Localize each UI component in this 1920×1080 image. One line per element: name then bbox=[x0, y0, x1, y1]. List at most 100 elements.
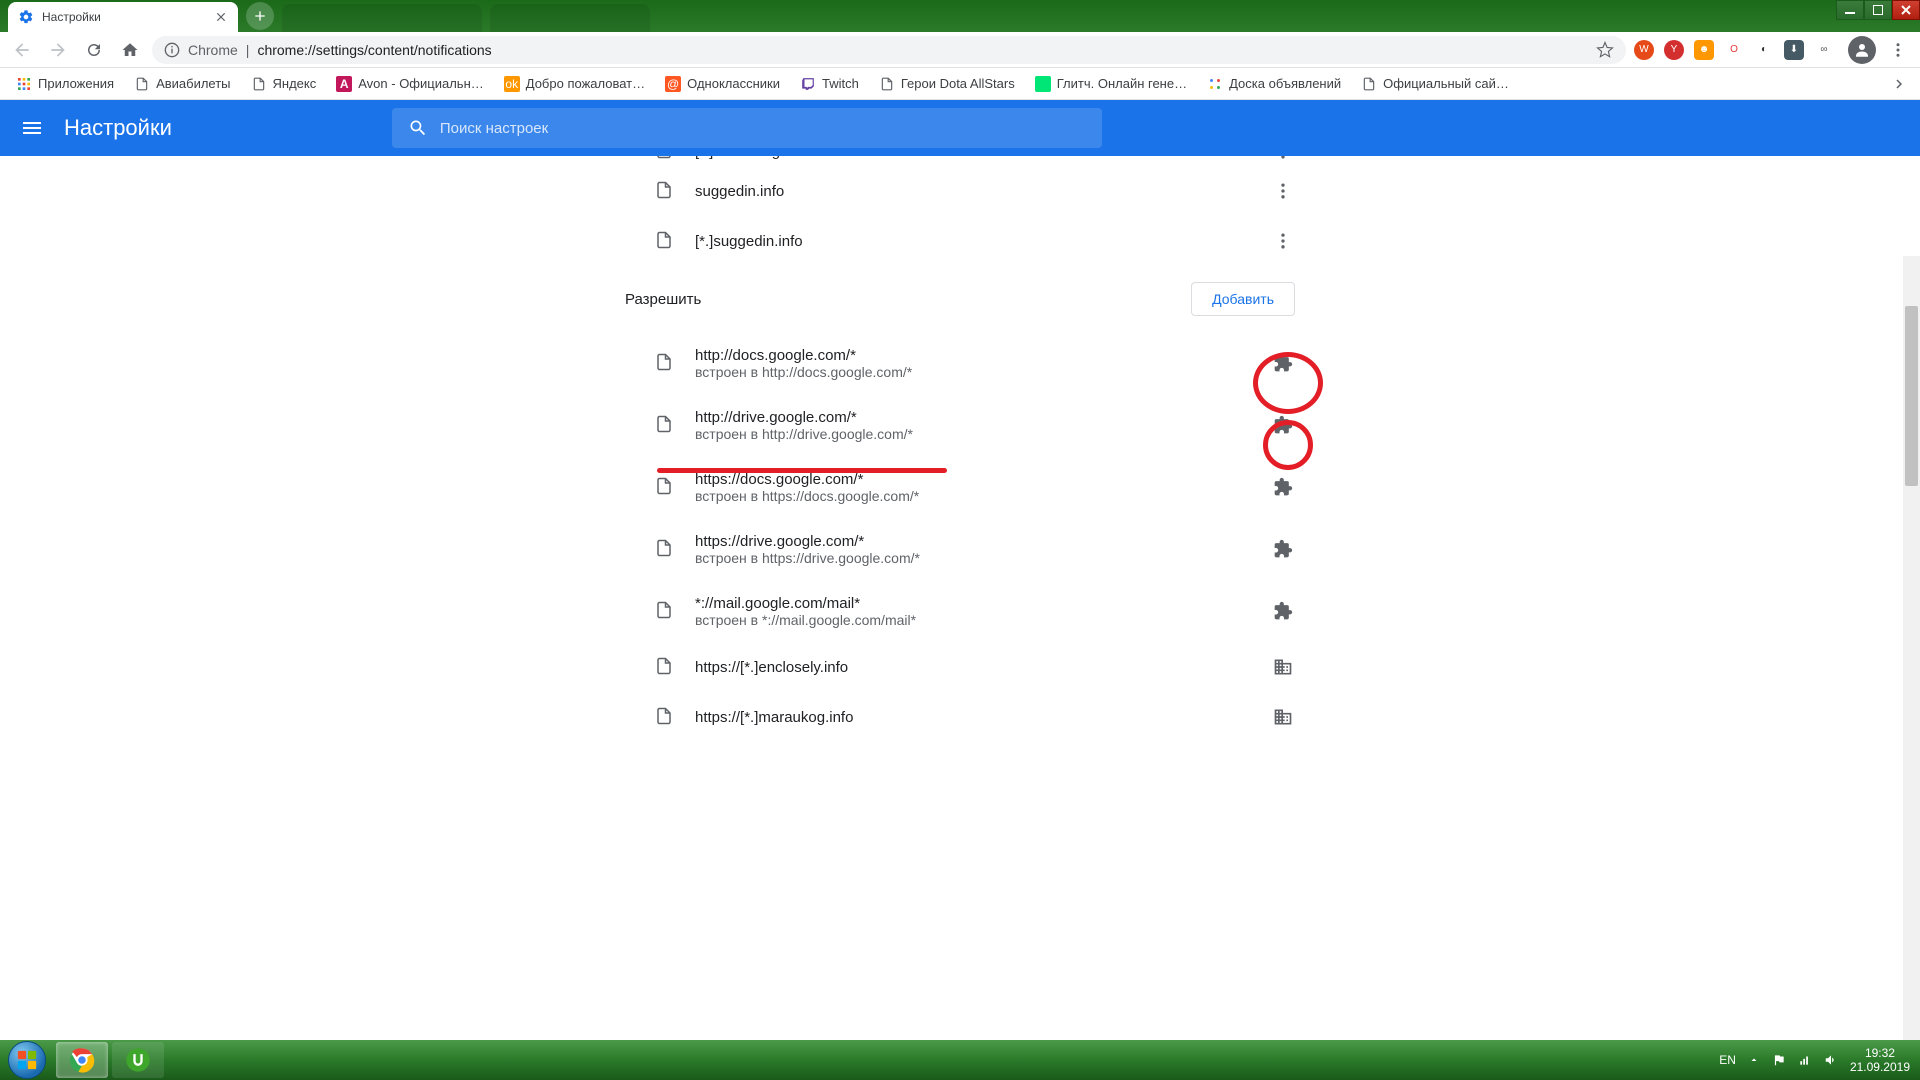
twitch-icon bbox=[800, 76, 816, 92]
maximize-button[interactable] bbox=[1864, 0, 1892, 20]
scrollbar[interactable] bbox=[1903, 256, 1920, 1040]
tab-title: Настройки bbox=[42, 10, 206, 24]
settings-body: [*.]maraukog.info suggedin.info [*.]sugg… bbox=[0, 156, 1920, 1040]
document-icon bbox=[655, 353, 675, 373]
document-icon bbox=[655, 657, 675, 677]
bookmark-item[interactable]: Доска объявлений bbox=[1199, 72, 1349, 96]
settings-search-box[interactable] bbox=[392, 108, 1102, 148]
settings-search-input[interactable] bbox=[440, 120, 1086, 137]
window-close-button[interactable] bbox=[1892, 0, 1920, 20]
site-row: [*.]suggedin.info bbox=[605, 216, 1315, 266]
minimize-button[interactable] bbox=[1836, 0, 1864, 20]
bookmark-star-icon[interactable] bbox=[1596, 41, 1614, 59]
forward-button[interactable] bbox=[44, 36, 72, 64]
mail-icon: @ bbox=[665, 76, 681, 92]
windows-orb-icon bbox=[8, 1041, 46, 1079]
address-proto: Chrome bbox=[188, 42, 238, 58]
extension-icon[interactable] bbox=[1271, 599, 1295, 623]
tray-volume-icon[interactable] bbox=[1824, 1053, 1838, 1067]
site-row: suggedin.info bbox=[605, 166, 1315, 216]
bookmark-item[interactable]: Официальный сай… bbox=[1353, 72, 1517, 96]
close-tab-icon[interactable] bbox=[214, 10, 228, 24]
document-icon bbox=[655, 181, 675, 201]
document-icon bbox=[655, 415, 675, 435]
more-actions-icon[interactable] bbox=[1271, 179, 1295, 203]
doc-icon bbox=[1361, 76, 1377, 92]
avon-icon: A bbox=[336, 76, 352, 92]
system-tray: EN 19:32 21.09.2019 bbox=[1719, 1046, 1920, 1075]
more-actions-icon[interactable] bbox=[1271, 229, 1295, 253]
taskbar-chrome[interactable] bbox=[56, 1042, 108, 1078]
titlebar: Настройки bbox=[0, 0, 1920, 32]
add-site-button[interactable]: Добавить bbox=[1191, 282, 1295, 316]
organization-icon[interactable] bbox=[1271, 705, 1295, 729]
site-row: https://drive.google.com/*встроен в http… bbox=[605, 518, 1315, 580]
site-row: https://[*.]enclosely.info bbox=[605, 642, 1315, 692]
settings-panel: [*.]maraukog.info suggedin.info [*.]sugg… bbox=[605, 156, 1315, 1040]
tray-flag-icon[interactable] bbox=[1772, 1053, 1786, 1067]
site-row: https://docs.google.com/*встроен в https… bbox=[605, 456, 1315, 518]
bookmarks-overflow[interactable] bbox=[1886, 71, 1912, 97]
profile-avatar[interactable] bbox=[1848, 36, 1876, 64]
document-icon bbox=[655, 707, 675, 727]
site-row: *://mail.google.com/mail*встроен в *://m… bbox=[605, 580, 1315, 642]
bookmarks-bar: Приложения Авиабилеты Яндекс AAvon - Офи… bbox=[0, 68, 1920, 100]
inactive-tab[interactable] bbox=[282, 4, 482, 32]
start-button[interactable] bbox=[0, 1040, 54, 1080]
inactive-tab[interactable] bbox=[490, 4, 650, 32]
tray-network-icon[interactable] bbox=[1798, 1053, 1812, 1067]
tray-show-hidden-icon[interactable] bbox=[1748, 1054, 1760, 1066]
glitch-icon bbox=[1035, 76, 1051, 92]
window-controls bbox=[1836, 0, 1920, 20]
reload-button[interactable] bbox=[80, 36, 108, 64]
extension-icon[interactable] bbox=[1271, 537, 1295, 561]
bookmark-item[interactable]: Авиабилеты bbox=[126, 72, 238, 96]
chrome-window: Настройки Chrome | chrome://settings/con… bbox=[0, 0, 1920, 1040]
site-row: https://[*.]maraukog.info bbox=[605, 692, 1315, 742]
doc-icon bbox=[879, 76, 895, 92]
bookmark-apps[interactable]: Приложения bbox=[8, 72, 122, 96]
document-icon bbox=[655, 156, 675, 161]
tray-language[interactable]: EN bbox=[1719, 1053, 1736, 1067]
ok-icon: ok bbox=[504, 76, 520, 92]
scrollbar-thumb[interactable] bbox=[1905, 306, 1918, 486]
browser-tab-settings[interactable]: Настройки bbox=[8, 2, 238, 32]
bookmark-item[interactable]: Герои Dota AllStars bbox=[871, 72, 1023, 96]
yab-ext-icon[interactable]: Y bbox=[1664, 40, 1684, 60]
site-info-icon[interactable] bbox=[164, 42, 180, 58]
bookmark-item[interactable]: Яндекс bbox=[243, 72, 325, 96]
site-row: http://docs.google.com/*встроен в http:/… bbox=[605, 332, 1315, 394]
apps-grid-icon bbox=[16, 76, 32, 92]
site-row: [*.]maraukog.info bbox=[605, 156, 1315, 166]
chrome-menu-button[interactable] bbox=[1884, 36, 1912, 64]
bookmark-item[interactable]: okДобро пожаловат… bbox=[496, 72, 653, 96]
extension-icon[interactable] bbox=[1271, 413, 1295, 437]
extension-icon[interactable] bbox=[1271, 351, 1295, 375]
ok-ext-icon[interactable]: ☻ bbox=[1694, 40, 1714, 60]
address-bar[interactable]: Chrome | chrome://settings/content/notif… bbox=[152, 36, 1626, 64]
vk-ext-icon[interactable]: W bbox=[1634, 40, 1654, 60]
home-button[interactable] bbox=[116, 36, 144, 64]
organization-icon[interactable] bbox=[1271, 655, 1295, 679]
new-tab-button[interactable] bbox=[246, 2, 274, 30]
infinity-ext-icon[interactable]: ∞ bbox=[1814, 40, 1834, 60]
bookmark-item[interactable]: Глитч. Онлайн гене… bbox=[1027, 72, 1195, 96]
download-ext-icon[interactable]: ⬇ bbox=[1784, 40, 1804, 60]
tray-clock[interactable]: 19:32 21.09.2019 bbox=[1850, 1046, 1910, 1075]
address-bar-row: Chrome | chrome://settings/content/notif… bbox=[0, 32, 1920, 68]
back-button[interactable] bbox=[8, 36, 36, 64]
more-actions-icon[interactable] bbox=[1271, 156, 1295, 163]
bookmark-item[interactable]: Twitch bbox=[792, 72, 867, 96]
taskbar-utorrent[interactable] bbox=[112, 1042, 164, 1078]
bookmark-item[interactable]: @Одноклассники bbox=[657, 72, 788, 96]
hamburger-menu-icon[interactable] bbox=[20, 116, 44, 140]
gear-icon bbox=[18, 9, 34, 25]
doc-icon bbox=[134, 76, 150, 92]
panda-ext-icon[interactable]: ◐ bbox=[1754, 40, 1774, 60]
address-path: chrome://settings/content/notifications bbox=[257, 42, 491, 58]
opera-ext-icon[interactable]: O bbox=[1724, 40, 1744, 60]
extension-icon[interactable] bbox=[1271, 475, 1295, 499]
document-icon bbox=[655, 477, 675, 497]
allow-section-header: Разрешить Добавить bbox=[605, 266, 1315, 332]
bookmark-item[interactable]: AAvon - Официальн… bbox=[328, 72, 492, 96]
